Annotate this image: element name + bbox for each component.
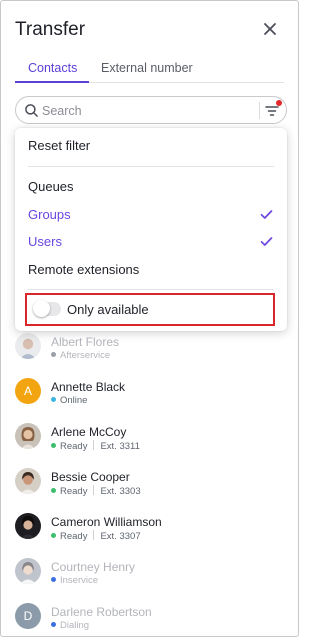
avatar bbox=[15, 423, 41, 449]
extension-label: Ext. 3307 bbox=[100, 531, 141, 542]
contact-row-bessie-cooper[interactable]: Bessie Cooper Ready Ext. 3303 bbox=[15, 468, 285, 513]
contact-status: Online bbox=[51, 395, 87, 406]
status-label: Online bbox=[60, 395, 88, 406]
filter-option-remote-extensions[interactable]: Remote extensions bbox=[28, 262, 277, 282]
search-icon bbox=[25, 104, 38, 117]
contact-row-cameron-williamson[interactable]: Cameron Williamson Ready Ext. 3307 bbox=[15, 513, 285, 558]
status-separator bbox=[93, 440, 95, 450]
extension-label: Ext. 3303 bbox=[100, 486, 141, 497]
search-divider bbox=[259, 102, 260, 119]
contact-row-albert-flores[interactable]: Albert Flores Afterservice bbox=[15, 333, 285, 378]
status-dot bbox=[51, 352, 56, 357]
status-label: Ready bbox=[60, 486, 88, 497]
status-dot bbox=[51, 577, 56, 582]
contact-name: Albert Flores bbox=[51, 335, 120, 349]
contact-name: Arlene McCoy bbox=[51, 425, 127, 439]
close-icon[interactable] bbox=[260, 19, 280, 39]
checkmark-icon bbox=[260, 210, 273, 219]
filter-active-badge bbox=[276, 100, 282, 106]
search-input[interactable] bbox=[42, 102, 242, 119]
reset-filter-item[interactable]: Reset filter bbox=[28, 138, 277, 158]
status-label: Ready bbox=[60, 441, 88, 452]
avatar bbox=[15, 333, 41, 359]
active-tab-indicator bbox=[15, 81, 89, 83]
tab-external-number[interactable]: External number bbox=[101, 61, 193, 75]
option-label: Groups bbox=[28, 207, 71, 222]
filter-option-queues[interactable]: Queues bbox=[28, 179, 277, 199]
only-available-toggle[interactable] bbox=[33, 300, 61, 317]
only-available-label: Only available bbox=[67, 302, 149, 317]
contact-name: Bessie Cooper bbox=[51, 470, 130, 484]
contact-status: Ready Ext. 3307 bbox=[51, 530, 141, 542]
avatar: D bbox=[15, 603, 41, 629]
status-dot bbox=[51, 533, 56, 538]
filter-dropdown: Reset filter Queues Groups Users Remote … bbox=[15, 128, 287, 331]
status-separator bbox=[93, 530, 95, 540]
option-label: Queues bbox=[28, 179, 74, 194]
avatar: A bbox=[15, 378, 41, 404]
filter-option-groups[interactable]: Groups bbox=[28, 207, 277, 227]
avatar bbox=[15, 468, 41, 494]
contact-status: Afterservice bbox=[51, 350, 110, 361]
panel-header: Transfer bbox=[15, 17, 284, 45]
contact-row-arlene-mccoy[interactable]: Arlene McCoy Ready Ext. 3311 bbox=[15, 423, 285, 468]
status-label: Inservice bbox=[60, 575, 99, 586]
contact-row-courtney-henry[interactable]: Courtney Henry Inservice bbox=[15, 558, 285, 603]
tab-contacts[interactable]: Contacts bbox=[28, 61, 77, 75]
status-separator bbox=[93, 485, 95, 495]
contact-status: Dialing bbox=[51, 620, 89, 631]
contact-status: Ready Ext. 3311 bbox=[51, 440, 140, 452]
contact-name: Courtney Henry bbox=[51, 560, 136, 574]
avatar bbox=[15, 513, 41, 539]
contact-row-annette-black[interactable]: A Annette Black Online bbox=[15, 378, 285, 423]
filter-option-users[interactable]: Users bbox=[28, 234, 277, 254]
extension-label: Ext. 3311 bbox=[100, 441, 140, 452]
dropdown-divider bbox=[28, 289, 274, 290]
status-label: Afterservice bbox=[60, 350, 111, 361]
status-dot bbox=[51, 488, 56, 493]
panel-title: Transfer bbox=[15, 19, 86, 40]
search-box bbox=[15, 96, 287, 124]
avatar bbox=[15, 558, 41, 584]
option-label: Remote extensions bbox=[28, 262, 140, 277]
option-label: Users bbox=[28, 234, 62, 249]
status-dot bbox=[51, 397, 56, 402]
status-dot bbox=[51, 443, 56, 448]
contact-name: Darlene Robertson bbox=[51, 605, 152, 619]
status-dot bbox=[51, 622, 56, 627]
status-label: Dialing bbox=[60, 620, 90, 631]
dropdown-divider bbox=[28, 166, 274, 167]
checkmark-icon bbox=[260, 237, 273, 246]
toggle-knob bbox=[33, 300, 50, 317]
transfer-panel: Transfer Contacts External number Search… bbox=[0, 0, 299, 637]
contact-name: Cameron Williamson bbox=[51, 515, 162, 529]
tab-bar: Contacts External number bbox=[15, 53, 284, 83]
only-available-row: Only available bbox=[25, 293, 275, 326]
contact-status: Inservice bbox=[51, 575, 98, 586]
contact-name: Annette Black bbox=[51, 380, 126, 394]
status-label: Ready bbox=[60, 531, 88, 542]
contact-status: Ready Ext. 3303 bbox=[51, 485, 141, 497]
contact-row-darlene-robertson[interactable]: D Darlene Robertson Dialing bbox=[15, 603, 285, 636]
